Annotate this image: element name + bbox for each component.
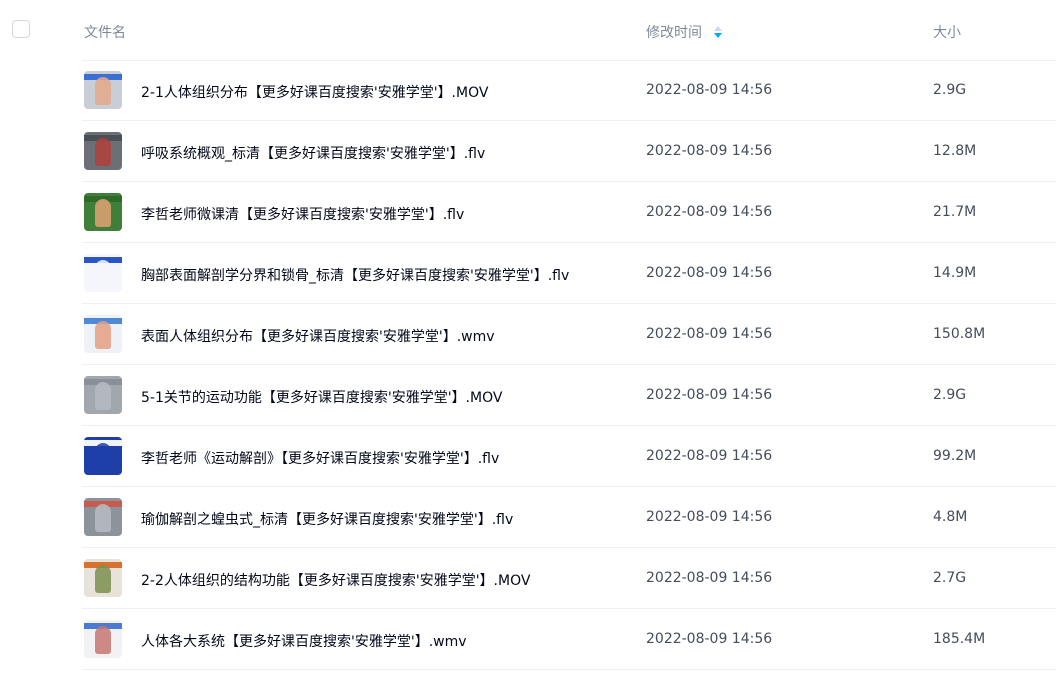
column-header-modified-label: 修改时间 <box>646 25 702 41</box>
column-header-name[interactable]: 文件名 <box>84 22 126 42</box>
file-size: 21.7M <box>933 204 977 220</box>
video-thumbnail-icon[interactable] <box>84 437 122 475</box>
file-name[interactable]: 5-1关节的运动功能【更多好课百度搜索'安雅学堂'】.MOV <box>141 387 502 407</box>
video-thumbnail-icon[interactable] <box>84 498 122 536</box>
file-name[interactable]: 2-2人体组织的结构功能【更多好课百度搜索'安雅学堂'】.MOV <box>141 570 530 590</box>
file-modified-time: 2022-08-09 14:56 <box>646 387 773 403</box>
file-size: 99.2M <box>933 448 977 464</box>
file-size: 150.8M <box>933 326 986 342</box>
video-thumbnail-icon[interactable] <box>84 559 122 597</box>
file-name[interactable]: 胸部表面解剖学分界和锁骨_标清【更多好课百度搜索'安雅学堂'】.flv <box>141 265 569 285</box>
video-thumbnail-icon[interactable] <box>84 376 122 414</box>
file-name[interactable]: 李哲老师微课清【更多好课百度搜索'安雅学堂'】.flv <box>141 204 464 224</box>
file-name[interactable]: 呼吸系统概观_标清【更多好课百度搜索'安雅学堂'】.flv <box>141 143 485 163</box>
file-size: 4.8M <box>933 509 968 525</box>
file-row[interactable]: 瑜伽解剖之蝗虫式_标清【更多好课百度搜索'安雅学堂'】.flv 2022-08-0… <box>82 487 1056 548</box>
file-modified-time: 2022-08-09 14:56 <box>646 631 773 647</box>
column-header-size[interactable]: 大小 <box>933 22 961 42</box>
column-header-modified[interactable]: 修改时间 <box>646 22 722 42</box>
file-size: 14.9M <box>933 265 977 281</box>
file-row[interactable]: 呼吸系统概观_标清【更多好课百度搜索'安雅学堂'】.flv 2022-08-09 … <box>82 121 1056 182</box>
file-name[interactable]: 李哲老师《运动解剖》【更多好课百度搜索'安雅学堂'】.flv <box>141 448 499 468</box>
file-size: 2.9G <box>933 387 967 403</box>
file-row[interactable]: 2-1人体组织分布【更多好课百度搜索'安雅学堂'】.MOV 2022-08-09 … <box>82 60 1056 121</box>
video-thumbnail-icon[interactable] <box>84 132 122 170</box>
video-thumbnail-icon[interactable] <box>84 620 122 658</box>
file-size: 185.4M <box>933 631 986 647</box>
video-thumbnail-icon[interactable] <box>84 315 122 353</box>
file-modified-time: 2022-08-09 14:56 <box>646 448 773 464</box>
file-list-header: 文件名 修改时间 大小 <box>82 0 1056 61</box>
file-size: 2.9G <box>933 82 967 98</box>
file-name[interactable]: 人体各大系统【更多好课百度搜索'安雅学堂'】.wmv <box>141 631 467 651</box>
file-modified-time: 2022-08-09 14:56 <box>646 82 773 98</box>
file-size: 12.8M <box>933 143 977 159</box>
sort-descending-icon[interactable] <box>714 26 722 38</box>
file-row[interactable]: 胸部表面解剖学分界和锁骨_标清【更多好课百度搜索'安雅学堂'】.flv 2022-… <box>82 243 1056 304</box>
file-row[interactable]: 李哲老师微课清【更多好课百度搜索'安雅学堂'】.flv 2022-08-09 14… <box>82 182 1056 243</box>
file-row[interactable]: 2-2人体组织的结构功能【更多好课百度搜索'安雅学堂'】.MOV 2022-08-… <box>82 548 1056 609</box>
file-modified-time: 2022-08-09 14:56 <box>646 265 773 281</box>
file-list: 2-1人体组织分布【更多好课百度搜索'安雅学堂'】.MOV 2022-08-09 … <box>82 60 1056 670</box>
file-name[interactable]: 瑜伽解剖之蝗虫式_标清【更多好课百度搜索'安雅学堂'】.flv <box>141 509 513 529</box>
video-thumbnail-icon[interactable] <box>84 254 122 292</box>
file-modified-time: 2022-08-09 14:56 <box>646 204 773 220</box>
file-size: 2.7G <box>933 570 967 586</box>
file-row[interactable]: 5-1关节的运动功能【更多好课百度搜索'安雅学堂'】.MOV 2022-08-09… <box>82 365 1056 426</box>
video-thumbnail-icon[interactable] <box>84 71 122 109</box>
file-row[interactable]: 人体各大系统【更多好课百度搜索'安雅学堂'】.wmv 2022-08-09 14:… <box>82 609 1056 670</box>
file-name[interactable]: 表面人体组织分布【更多好课百度搜索'安雅学堂'】.wmv <box>141 326 495 346</box>
file-modified-time: 2022-08-09 14:56 <box>646 509 773 525</box>
file-modified-time: 2022-08-09 14:56 <box>646 143 773 159</box>
file-name[interactable]: 2-1人体组织分布【更多好课百度搜索'安雅学堂'】.MOV <box>141 82 488 102</box>
video-thumbnail-icon[interactable] <box>84 193 122 231</box>
file-modified-time: 2022-08-09 14:56 <box>646 570 773 586</box>
select-all-checkbox[interactable] <box>12 20 30 38</box>
file-modified-time: 2022-08-09 14:56 <box>646 326 773 342</box>
file-row[interactable]: 表面人体组织分布【更多好课百度搜索'安雅学堂'】.wmv 2022-08-09 1… <box>82 304 1056 365</box>
file-row[interactable]: 李哲老师《运动解剖》【更多好课百度搜索'安雅学堂'】.flv 2022-08-09… <box>82 426 1056 487</box>
